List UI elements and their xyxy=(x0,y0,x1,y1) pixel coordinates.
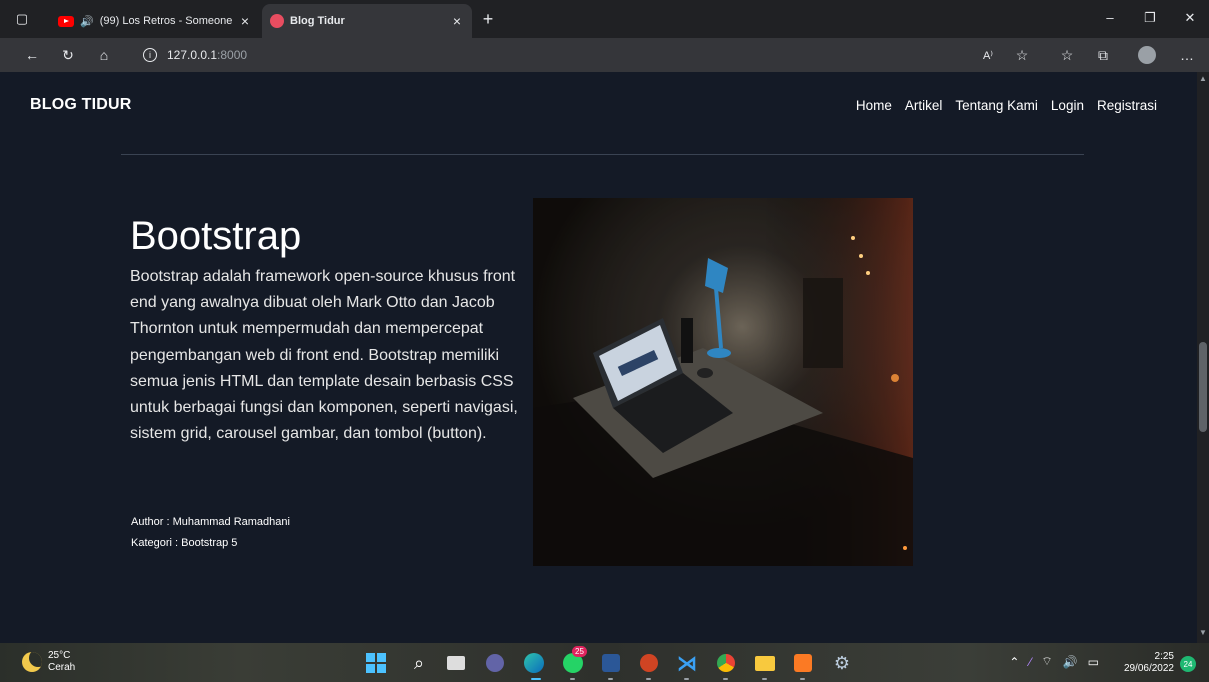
battery-icon[interactable]: ▭ xyxy=(1088,655,1099,669)
whatsapp-badge: 25 xyxy=(572,646,587,657)
url-host: 127.0.0.1 xyxy=(167,48,218,62)
nav-tentang-kami[interactable]: Tentang Kami xyxy=(955,98,1038,113)
desk-scene-image xyxy=(533,198,913,566)
restore-icon[interactable]: ❐ xyxy=(1130,10,1170,26)
running-app-indicator xyxy=(608,678,613,680)
scroll-up-icon[interactable]: ▲ xyxy=(1199,74,1207,83)
show-hidden-icons-icon[interactable]: ⌃ xyxy=(1009,655,1019,669)
wifi-icon[interactable]: ⌔ xyxy=(1041,654,1052,669)
chat-icon[interactable] xyxy=(484,652,506,674)
avatar xyxy=(1138,46,1156,64)
site-nav: Home Artikel Tentang Kami Login Registra… xyxy=(856,98,1157,113)
more-menu-icon[interactable]: … xyxy=(1177,45,1197,65)
tab-title: (99) Los Retros - Someone xyxy=(99,15,233,27)
running-app-indicator xyxy=(800,678,805,680)
address-bar[interactable]: i 127.0.0.1 :8000 xyxy=(143,45,247,65)
nav-home[interactable]: Home xyxy=(856,98,892,113)
close-tab-icon[interactable]: × xyxy=(450,13,464,29)
volume-icon[interactable]: 🔊 xyxy=(1063,655,1078,669)
header-divider xyxy=(121,154,1084,155)
windows-logo-icon xyxy=(366,653,386,673)
nav-login[interactable]: Login xyxy=(1051,98,1084,113)
favorites-icon[interactable]: ☆ xyxy=(1057,45,1077,65)
blog-favicon xyxy=(270,14,284,28)
scroll-thumb[interactable] xyxy=(1199,342,1207,432)
file-explorer-icon[interactable] xyxy=(754,652,776,674)
nav-artikel[interactable]: Artikel xyxy=(905,98,943,113)
whatsapp-icon[interactable]: 25 xyxy=(562,646,587,674)
powerpoint-icon[interactable] xyxy=(638,652,660,674)
article-author: Author : Muhammad Ramadhani xyxy=(131,516,290,528)
search-icon[interactable]: ⌕ xyxy=(408,652,430,674)
start-icon[interactable] xyxy=(365,652,387,674)
favorite-star-icon[interactable]: ☆ xyxy=(1012,45,1032,65)
speaker-icon[interactable]: 🔊 xyxy=(80,15,94,28)
nav-registrasi[interactable]: Registrasi xyxy=(1097,98,1157,113)
close-tab-icon[interactable]: × xyxy=(238,13,252,29)
webpage: BLOG TIDUR Home Artikel Tentang Kami Log… xyxy=(0,72,1197,643)
new-tab-icon[interactable]: + xyxy=(478,9,498,29)
running-app-indicator xyxy=(723,678,728,680)
running-app-indicator xyxy=(646,678,651,680)
tab-youtube[interactable]: 🔊 (99) Los Retros - Someone × xyxy=(50,6,260,36)
tab-blog-tidur[interactable]: Blog Tidur × xyxy=(262,4,472,38)
minimize-icon[interactable]: – xyxy=(1090,10,1130,25)
info-icon[interactable]: i xyxy=(143,48,157,62)
running-app-indicator xyxy=(684,678,689,680)
browser-window: ▢ 🔊 (99) Los Retros - Someone × Blog Tid… xyxy=(0,0,1209,682)
clock-time: 2:25 xyxy=(1154,651,1174,662)
windows-taskbar: 25°C Cerah ⌕ 25 ⋊ ⚙ ⌃ ⁄ ⌔ 🔊 ▭ 2:25 29/06… xyxy=(0,643,1209,682)
article-body: Bootstrap adalah framework open-source k… xyxy=(130,268,518,443)
browser-toolbar: ← ↻ ⌂ i 127.0.0.1 :8000 A⁾ ☆ ☆ ⧉ … xyxy=(0,38,1209,72)
system-tray: ⌃ ⁄ ⌔ 🔊 ▭ xyxy=(1009,654,1099,669)
vscode-icon[interactable]: ⋊ xyxy=(676,652,698,675)
clock[interactable]: 2:25 29/06/2022 xyxy=(1118,651,1174,675)
page-scrollbar[interactable]: ▲ ▼ xyxy=(1197,72,1209,643)
xampp-icon[interactable] xyxy=(792,652,814,674)
site-brand[interactable]: BLOG TIDUR xyxy=(30,96,132,114)
close-window-icon[interactable]: ✕ xyxy=(1170,10,1209,26)
running-app-indicator xyxy=(762,678,767,680)
refresh-icon[interactable]: ↻ xyxy=(58,45,78,65)
collections-icon[interactable]: ⧉ xyxy=(1093,45,1113,65)
chrome-icon[interactable] xyxy=(715,652,737,674)
edge-icon[interactable] xyxy=(523,652,545,674)
active-app-indicator xyxy=(531,678,541,680)
task-view-icon[interactable] xyxy=(445,652,467,674)
pen-icon[interactable]: ⁄ xyxy=(1029,655,1031,669)
weather-desc: Cerah xyxy=(48,662,76,673)
article-title: Bootstrap xyxy=(130,214,302,258)
article-category: Kategori : Bootstrap 5 xyxy=(131,537,238,549)
article-image xyxy=(533,198,913,566)
url-port: :8000 xyxy=(217,48,248,62)
weather-temp: 25°C xyxy=(48,650,71,661)
tab-title: Blog Tidur xyxy=(290,15,345,27)
weather-widget[interactable]: 25°C Cerah xyxy=(22,650,75,674)
word-icon[interactable] xyxy=(600,652,622,674)
home-icon[interactable]: ⌂ xyxy=(94,45,114,65)
clock-date: 29/06/2022 xyxy=(1123,663,1174,674)
youtube-icon xyxy=(58,15,74,27)
running-app-indicator xyxy=(570,678,575,680)
notification-badge[interactable]: 24 xyxy=(1180,656,1196,672)
moon-icon xyxy=(22,652,42,672)
tab-strip: ▢ 🔊 (99) Los Retros - Someone × Blog Tid… xyxy=(0,0,1209,38)
scroll-down-icon[interactable]: ▼ xyxy=(1199,628,1207,637)
back-icon[interactable]: ← xyxy=(22,45,42,65)
profile-icon[interactable] xyxy=(1137,45,1157,65)
settings-icon[interactable]: ⚙ xyxy=(831,652,853,674)
read-aloud-icon[interactable]: A⁾ xyxy=(978,45,998,65)
tab-actions-icon[interactable]: ▢ xyxy=(12,9,32,29)
